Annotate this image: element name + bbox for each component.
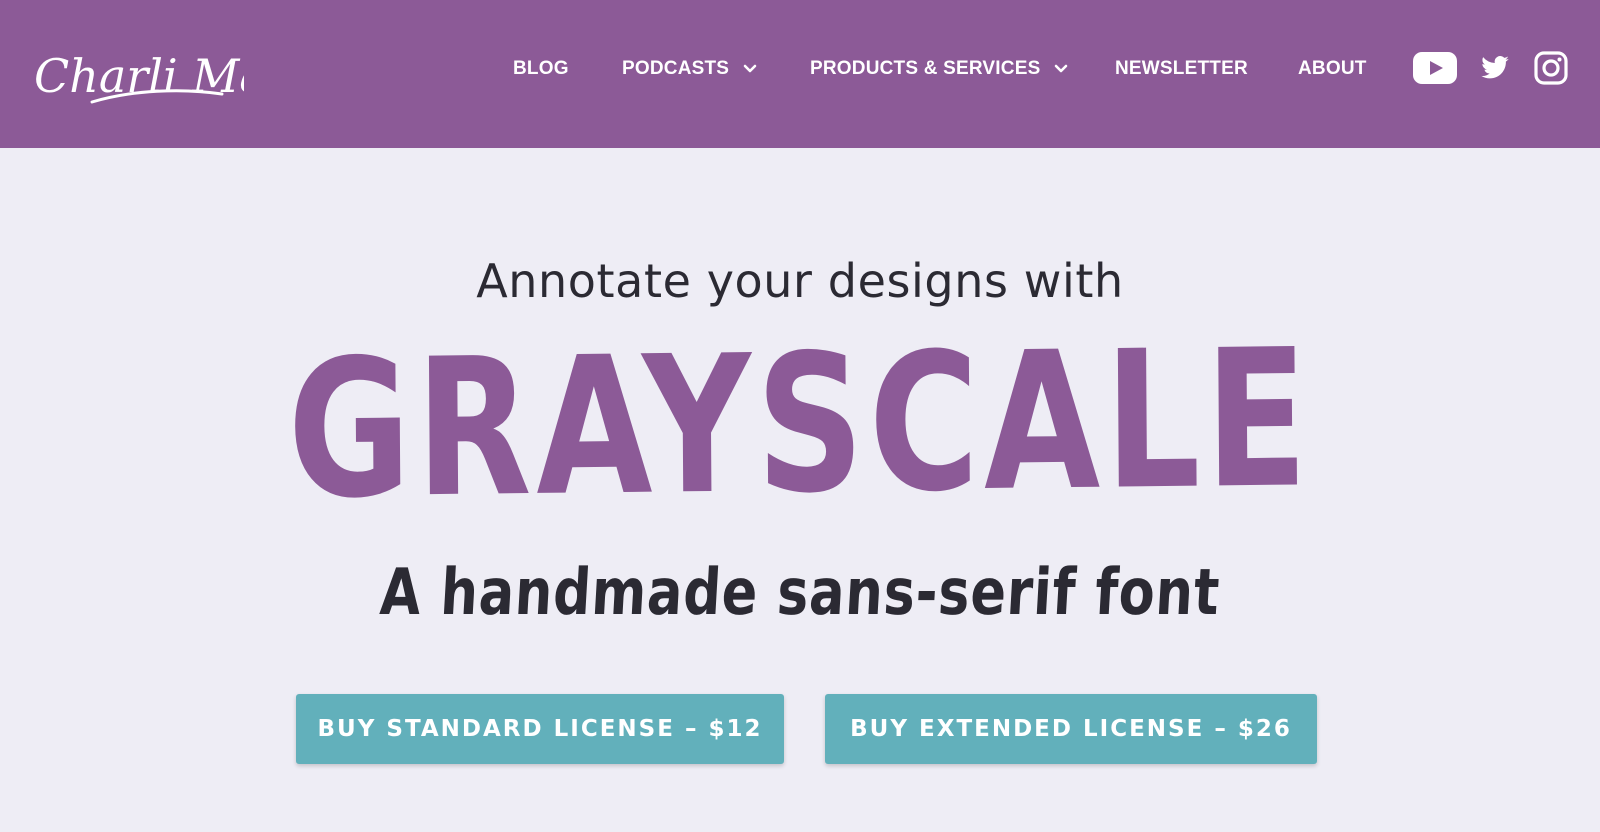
nav-products-label: PRODUCTS & SERVICES xyxy=(810,58,1041,79)
nav-podcasts-label: PODCASTS xyxy=(622,58,730,79)
chevron-down-icon xyxy=(1055,64,1068,73)
nav-newsletter-label: NEWSLETTER xyxy=(1115,58,1248,79)
main-nav: BLOG PODCASTS PRODUCTS & SERVICES NEWSLE… xyxy=(0,0,1600,140)
nav-about[interactable]: ABOUT xyxy=(1298,56,1367,82)
hero-intro: Annotate your designs with xyxy=(476,254,1124,308)
youtube-icon xyxy=(1413,52,1457,84)
instagram-icon xyxy=(1534,51,1568,85)
nav-products-services[interactable]: PRODUCTS & SERVICES xyxy=(810,56,1068,82)
twitter-icon xyxy=(1481,56,1509,79)
nav-newsletter[interactable]: NEWSLETTER xyxy=(1115,56,1248,82)
youtube-link[interactable] xyxy=(1413,50,1457,86)
chevron-down-icon xyxy=(743,64,757,73)
nav-blog-label: BLOG xyxy=(513,58,569,79)
nav-about-label: ABOUT xyxy=(1298,58,1367,79)
hero-subtitle: A handmade sans-serif font xyxy=(378,556,1222,630)
nav-podcasts[interactable]: PODCASTS xyxy=(622,56,757,82)
hero-title: GRAYSCALE xyxy=(286,308,1314,541)
site-header: Charli Marie BLOG PODCASTS PRODUCTS & SE… xyxy=(0,0,1600,148)
nav-blog[interactable]: BLOG xyxy=(513,56,569,82)
buy-extended-license-button[interactable]: BUY EXTENDED LICENSE – $26 xyxy=(825,694,1317,764)
buy-standard-license-button[interactable]: BUY STANDARD LICENSE – $12 xyxy=(296,694,784,764)
twitter-link[interactable] xyxy=(1478,50,1512,86)
instagram-link[interactable] xyxy=(1533,50,1569,86)
